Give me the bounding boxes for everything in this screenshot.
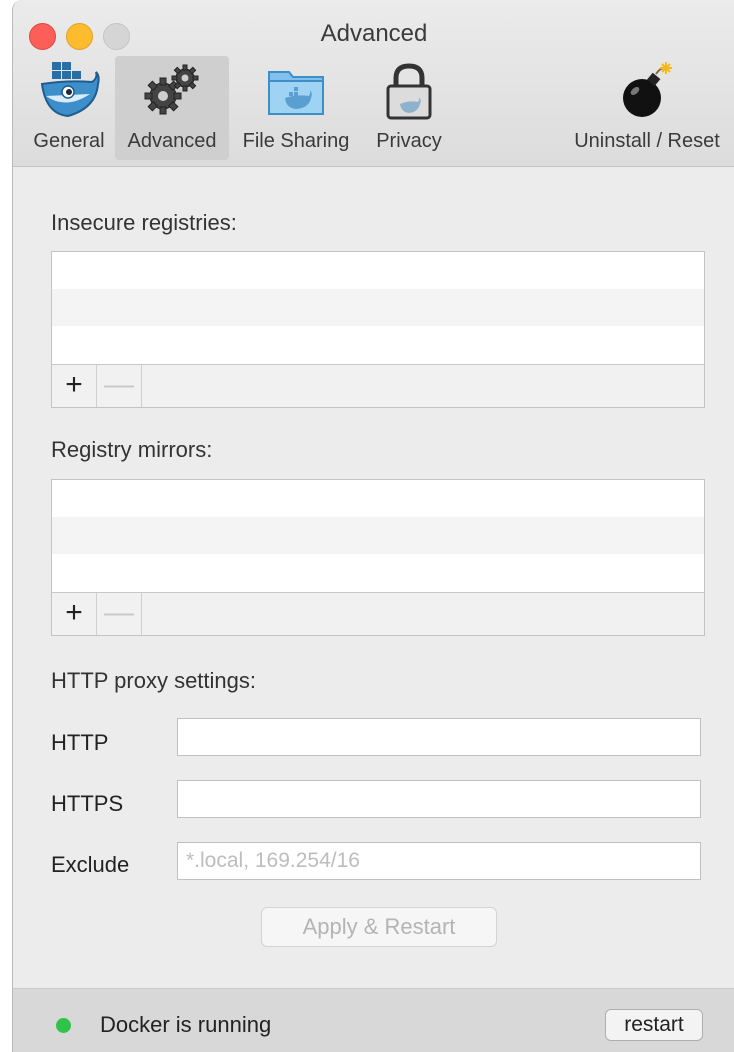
tab-label-general: General (33, 130, 105, 152)
list-row (52, 480, 704, 517)
https-label: HTTPS (51, 791, 124, 816)
list-footer: + — (52, 364, 704, 407)
preferences-window: Advanced General Advanced File Sharing P… (12, 0, 734, 1052)
window-title: Advanced (320, 20, 428, 47)
status-text: Docker is running (100, 1012, 272, 1037)
tab-label-uninstall-reset: Uninstall / Reset (574, 130, 720, 152)
insecure-registries-label: Insecure registries: (51, 210, 237, 235)
tab-general[interactable]: General (23, 56, 115, 160)
add-registry-mirror-button[interactable]: + (52, 593, 97, 635)
bomb-icon (623, 62, 672, 117)
exclude-field[interactable] (177, 842, 701, 880)
add-insecure-registry-button[interactable]: + (52, 365, 97, 407)
tab-privacy[interactable]: Privacy (365, 56, 453, 160)
remove-registry-mirror-button[interactable]: — (97, 593, 142, 635)
list-footer: + — (52, 592, 704, 635)
list-row (52, 517, 704, 554)
tab-label-privacy: Privacy (376, 130, 442, 152)
list-row (52, 326, 704, 363)
lock-icon (386, 63, 432, 120)
status-indicator-icon (56, 1018, 71, 1033)
insecure-registries-list[interactable]: + — (51, 251, 705, 408)
list-row (52, 554, 704, 591)
registry-mirrors-list[interactable]: + — (51, 479, 705, 636)
https-proxy-field[interactable] (177, 780, 701, 818)
toolbar: Advanced General Advanced File Sharing P… (13, 0, 734, 167)
list-row (52, 289, 704, 326)
status-bar: Docker is running restart (13, 988, 734, 1052)
remove-insecure-registry-button[interactable]: — (97, 365, 142, 407)
registry-mirrors-label: Registry mirrors: (51, 437, 213, 462)
tab-label-file-sharing: File Sharing (242, 130, 350, 152)
apply-restart-button[interactable]: Apply & Restart (261, 907, 497, 947)
http-proxy-settings-label: HTTP proxy settings: (51, 668, 256, 693)
tab-uninstall-reset[interactable]: Uninstall / Reset (561, 56, 733, 160)
tab-file-sharing[interactable]: File Sharing (231, 56, 361, 160)
list-row (52, 252, 704, 289)
restart-button[interactable]: restart (605, 1009, 703, 1041)
docker-whale-icon (40, 62, 100, 118)
tab-label-advanced: Advanced (127, 130, 217, 152)
tab-advanced[interactable]: Advanced (115, 56, 229, 160)
folder-icon (268, 71, 324, 115)
exclude-label: Exclude (51, 852, 130, 877)
http-proxy-field[interactable] (177, 718, 701, 756)
http-label: HTTP (51, 730, 109, 755)
gears-icon (144, 64, 199, 115)
